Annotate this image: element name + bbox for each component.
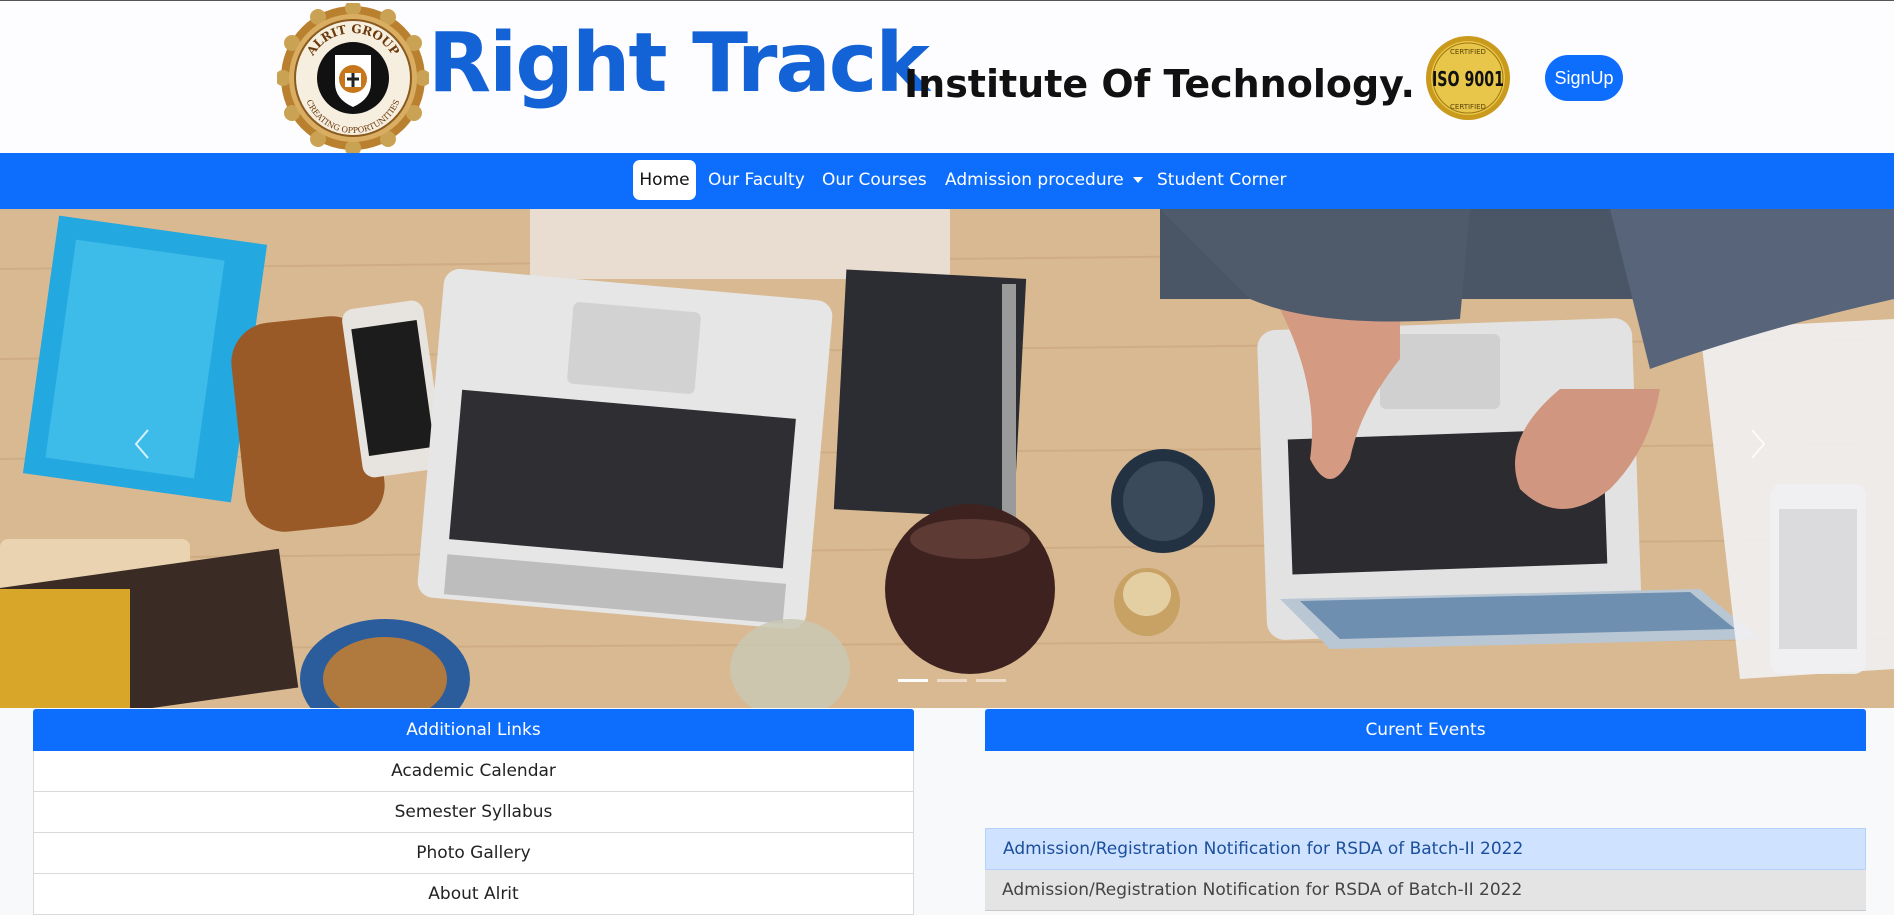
iso-ring-text: CERTIFIED: [1450, 48, 1486, 56]
nav-our-courses[interactable]: Our Courses: [822, 160, 927, 200]
link-photo-gallery[interactable]: Photo Gallery: [33, 833, 914, 874]
link-academic-calendar[interactable]: Academic Calendar: [33, 751, 914, 792]
event-item[interactable]: Admission/Registration Notification for …: [985, 870, 1866, 911]
nav-student-corner[interactable]: Student Corner: [1157, 160, 1287, 200]
additional-links-list: Academic Calendar Semester Syllabus Phot…: [33, 751, 914, 915]
hero-carousel: [0, 209, 1894, 708]
nav-admission-procedure-label: Admission procedure: [945, 170, 1124, 190]
carousel-indicator-1[interactable]: [898, 679, 928, 682]
carousel-indicator-3[interactable]: [976, 679, 1006, 682]
brand-subtitle: Institute Of Technology.: [904, 62, 1415, 106]
carousel-next-chevron-icon[interactable]: [1738, 424, 1778, 464]
iso-text: ISO 9001: [1432, 67, 1504, 91]
iso-certified-badge: CERTIFIED ISO 9001 CERTIFIED: [1426, 36, 1510, 120]
iso-ring-text-bottom: CERTIFIED: [1450, 103, 1486, 111]
link-semester-syllabus[interactable]: Semester Syllabus: [33, 792, 914, 833]
carousel-indicator-2[interactable]: [937, 679, 967, 682]
nav-our-faculty[interactable]: Our Faculty: [708, 160, 805, 200]
current-events-header: Curent Events: [985, 709, 1866, 751]
site-header: ALRIT GROUP CREATING OPPORTUNITIES Right…: [0, 1, 1894, 153]
signup-button[interactable]: SignUp: [1545, 55, 1623, 101]
main-navbar: Home Our Faculty Our Courses Admission p…: [0, 153, 1894, 209]
hero-slide-image: [0, 209, 1894, 708]
brand-title[interactable]: Right Track: [428, 23, 930, 105]
additional-links-header: Additional Links: [33, 709, 914, 751]
alrit-group-seal-logo[interactable]: ALRIT GROUP CREATING OPPORTUNITIES: [277, 3, 429, 153]
nav-admission-procedure[interactable]: Admission procedure: [945, 160, 1143, 200]
nav-home[interactable]: Home: [633, 160, 696, 200]
carousel-prev-chevron-icon[interactable]: [122, 424, 162, 464]
carousel-indicators: [898, 679, 1006, 682]
current-events-list: Admission/Registration Notification for …: [985, 828, 1866, 911]
chevron-down-icon: [1132, 177, 1143, 183]
event-item[interactable]: Admission/Registration Notification for …: [985, 828, 1866, 870]
link-about-alrit[interactable]: About Alrit: [33, 874, 914, 915]
